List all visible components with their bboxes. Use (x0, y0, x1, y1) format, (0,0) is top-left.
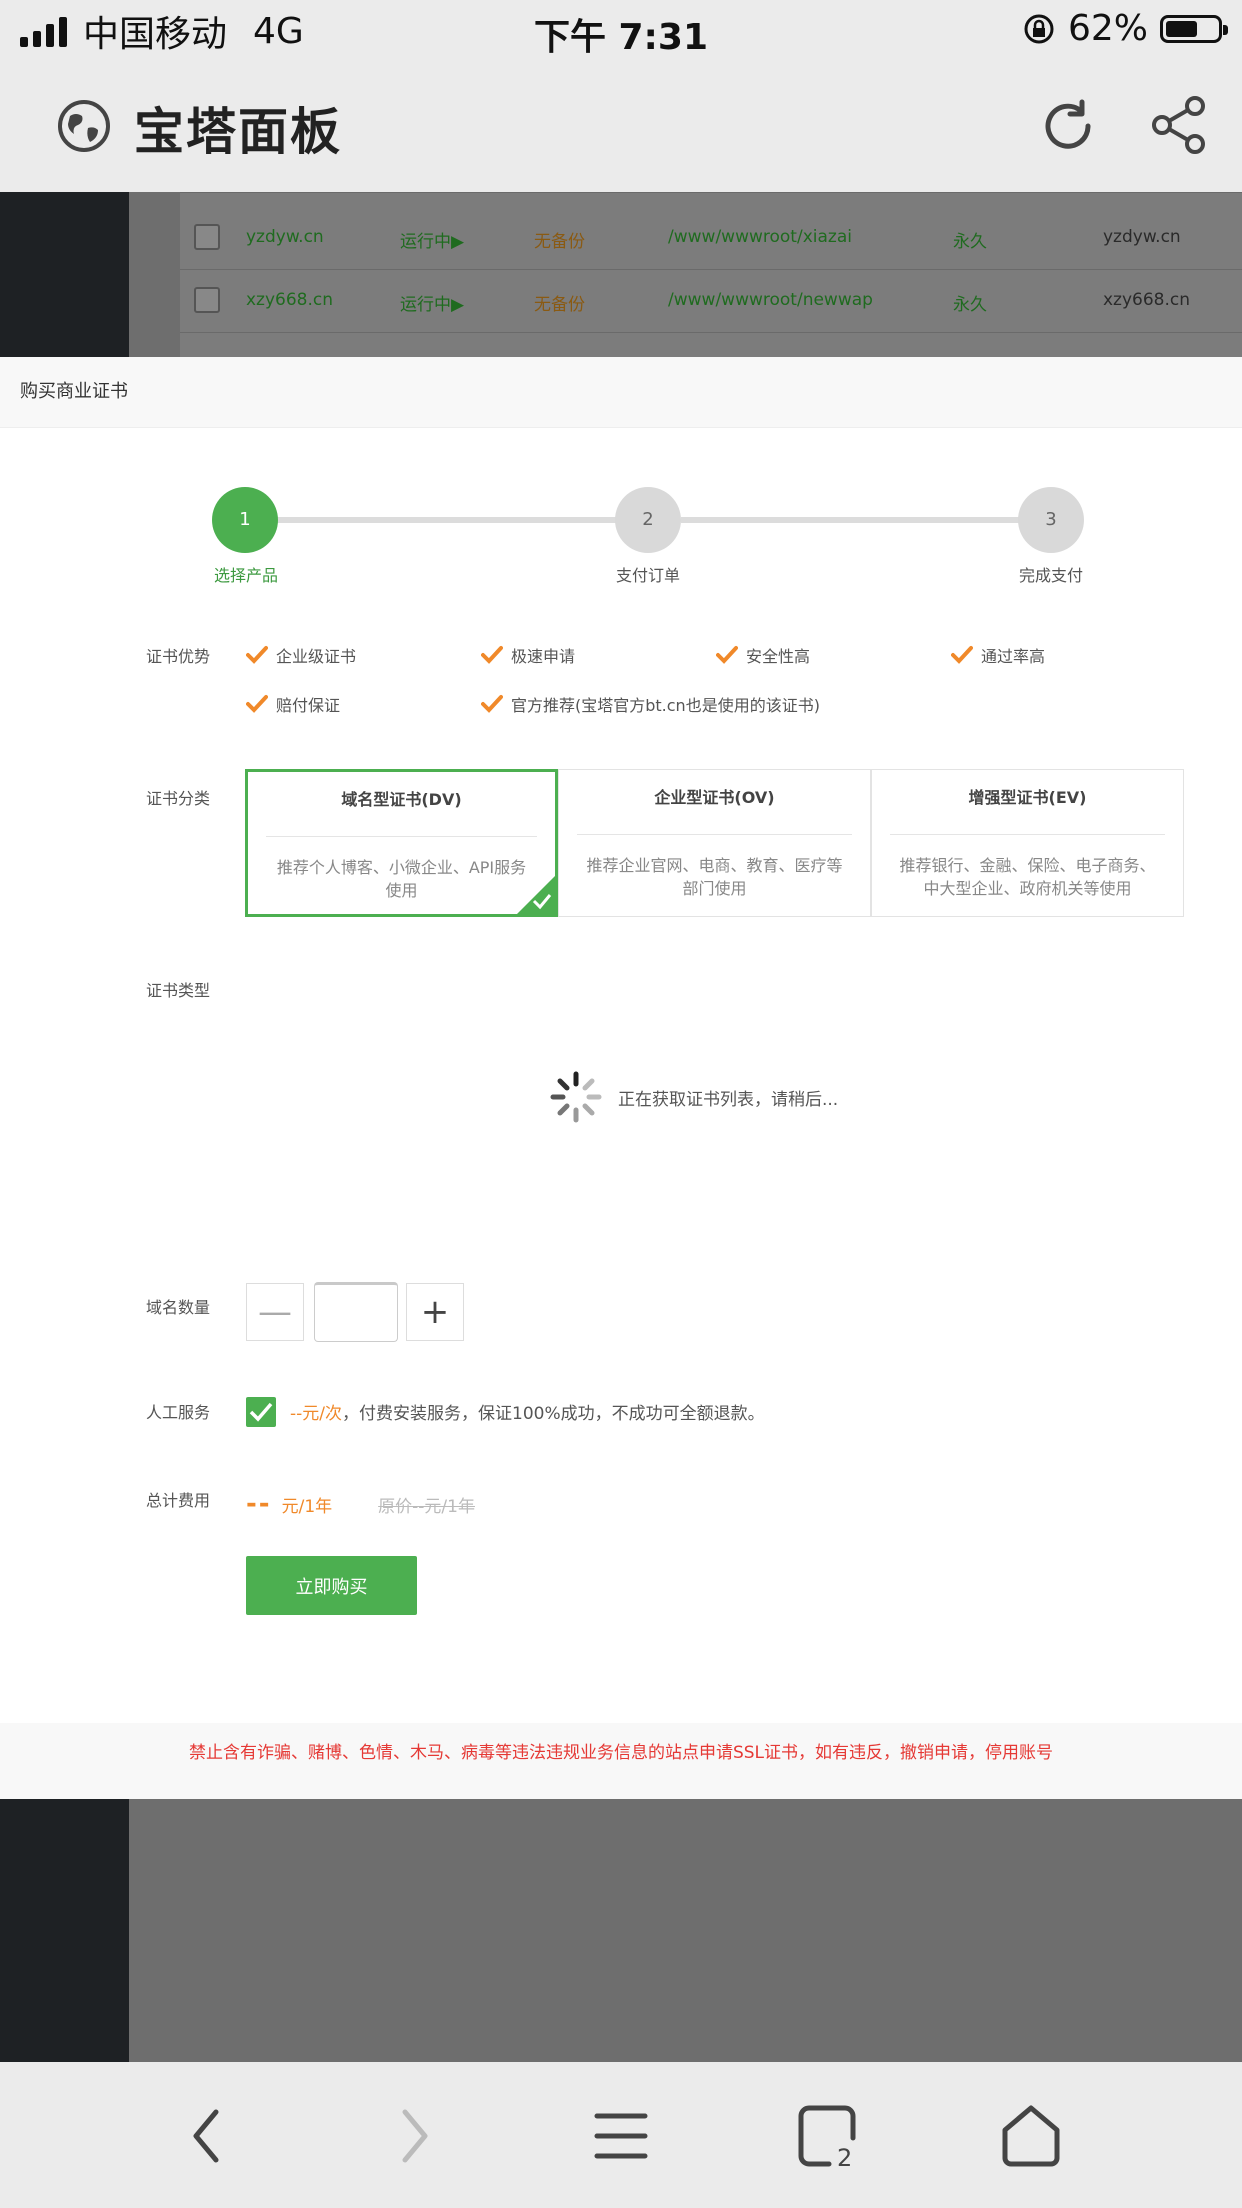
advantage-item: 通过率高 (951, 643, 1045, 667)
category-card-dv[interactable]: 域名型证书(DV) 推荐个人博客、小微企业、API服务使用 (245, 769, 558, 917)
browser-toolbar: 2 (0, 2062, 1242, 2208)
background-site-table: yzdyw.cn 运行中▶ 无备份 /www/wwwroot/xiazai 永久… (180, 192, 1242, 357)
loading-indicator: 正在获取证书列表，请稍后... (548, 1069, 838, 1125)
step-3-label: 完成支付 (1018, 566, 1083, 585)
advantage-item: 极速申请 (481, 643, 575, 667)
checkmark-icon (951, 646, 973, 664)
advantage-item: 企业级证书 (246, 643, 356, 667)
step-2-label: 支付订单 (615, 566, 680, 585)
loading-text: 正在获取证书列表，请稍后... (618, 1089, 839, 1110)
refresh-icon[interactable] (1038, 96, 1098, 156)
original-price: 原价--元/1年 (378, 1497, 475, 1517)
advantages-label: 证书优势 (146, 647, 211, 666)
total-price: -- 元/1年 原价--元/1年 (246, 1489, 475, 1519)
forward-icon[interactable] (381, 2104, 445, 2168)
advantage-item: 安全性高 (716, 643, 810, 667)
service-checkbox[interactable] (246, 1397, 276, 1427)
step-2-circle: 2 (615, 487, 681, 553)
checkmark-icon (716, 646, 738, 664)
selected-check-icon (532, 894, 552, 910)
battery-percent: 62% (1067, 8, 1148, 49)
app-title: 宝塔面板 (134, 103, 342, 161)
battery-icon (1160, 14, 1228, 43)
total-label: 总计费用 (146, 1491, 211, 1510)
share-icon[interactable] (1148, 94, 1210, 156)
table-row: xzy668.cn 运行中▶ 无备份 /www/wwwroot/newwap 永… (180, 270, 1242, 333)
increase-button[interactable]: + (406, 1283, 464, 1341)
globe-icon (58, 100, 110, 152)
domain-count-label: 域名数量 (146, 1298, 211, 1317)
checkmark-icon (481, 646, 503, 664)
row-checkbox (194, 287, 220, 313)
step-1-circle: 1 (212, 487, 278, 553)
category-card-ev[interactable]: 增强型证书(EV) 推荐银行、金融、保险、电子商务、中大型企业、政府机关等使用 (871, 769, 1184, 917)
step-1-label: 选择产品 (213, 566, 278, 585)
tab-count: 2 (837, 2144, 852, 2168)
buy-now-button[interactable]: 立即购买 (246, 1556, 417, 1615)
buy-certificate-dialog: 购买商业证书 1 2 3 选择产品 支付订单 完成支付 证书优势 企业级证书 极… (0, 357, 1242, 1799)
advantage-item: 官方推荐(宝塔官方bt.cn也是使用的该证书) (481, 692, 820, 716)
service-label: 人工服务 (146, 1403, 211, 1422)
home-icon[interactable] (999, 2104, 1063, 2168)
checkmark-icon (246, 695, 268, 713)
category-card-ov[interactable]: 企业型证书(OV) 推荐企业官网、电商、教育、医疗等部门使用 (558, 769, 871, 917)
checkmark-icon (246, 646, 268, 664)
menu-icon[interactable] (589, 2104, 653, 2168)
tabs-icon[interactable]: 2 (795, 2104, 859, 2168)
domain-count-input[interactable] (314, 1282, 398, 1342)
table-row: yzdyw.cn 运行中▶ 无备份 /www/wwwroot/xiazai 永久… (180, 207, 1242, 270)
category-label: 证书分类 (146, 789, 211, 808)
loading-spinner-icon (550, 1071, 602, 1123)
service-description: --元/次，付费安装服务，保证100%成功，不成功可全额退款。 (290, 1404, 765, 1424)
advantage-item: 赔付保证 (246, 692, 340, 716)
status-bar: 中国移动 4G 下午 7:31 62% (0, 0, 1242, 62)
row-checkbox (194, 224, 220, 250)
step-3-circle: 3 (1018, 487, 1084, 553)
rotation-lock-icon (1024, 14, 1054, 43)
dialog-title: 购买商业证书 (0, 357, 1242, 428)
step-connector (245, 517, 617, 523)
decrease-button[interactable]: — (246, 1283, 304, 1341)
checkmark-icon (481, 695, 503, 713)
step-connector (681, 517, 1021, 523)
compliance-notice: 禁止含有诈骗、赌博、色情、木马、病毒等违法违规业务信息的站点申请SSL证书，如有… (0, 1723, 1242, 1799)
checkmark-icon (249, 1402, 273, 1422)
back-icon[interactable] (176, 2104, 240, 2168)
type-label: 证书类型 (146, 981, 211, 1000)
